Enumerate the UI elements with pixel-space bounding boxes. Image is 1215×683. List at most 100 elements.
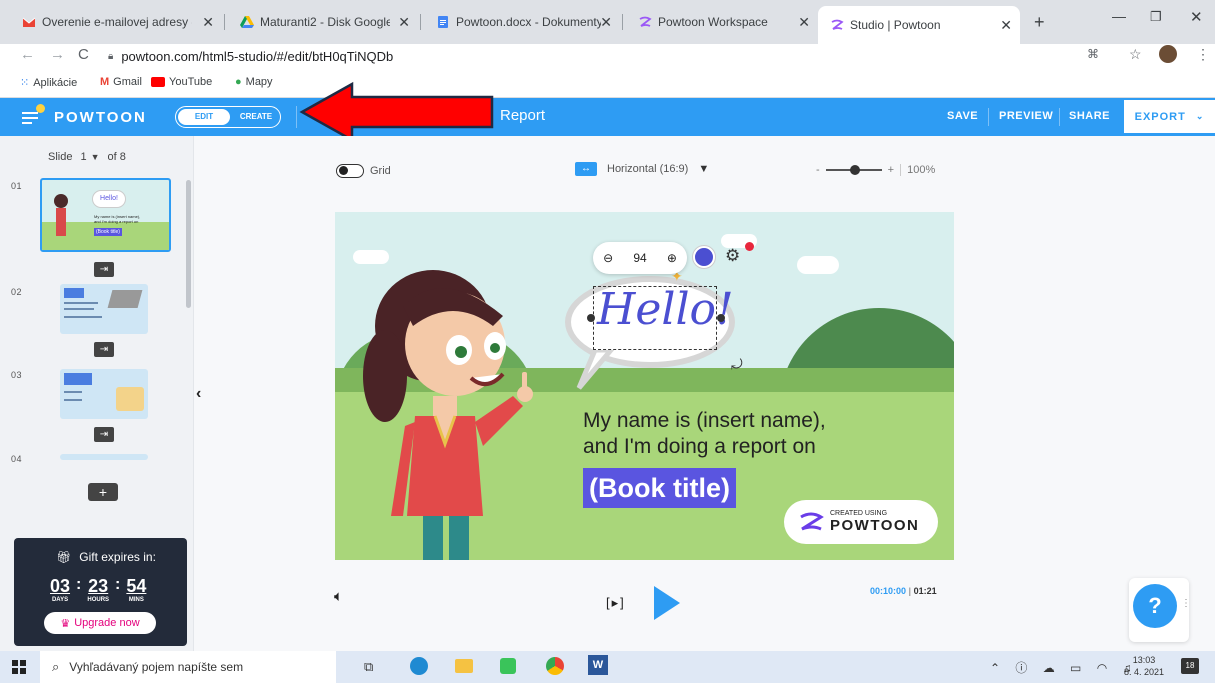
bookmark-label: Aplikácie [33,76,78,89]
slide-total: of 8 [107,151,126,163]
grid-toggle[interactable]: Grid [336,164,391,178]
gmail-icon: M [100,76,110,88]
green-app-icon[interactable] [500,658,516,674]
caret-down-icon: ▼ [698,163,710,175]
thumb-caption: My name is (insert name), and I'm doing a… [94,214,141,224]
browser-tab-studio-powtoon[interactable]: Studio | Powtoon ✕ [818,6,1020,44]
rotate-handle-icon[interactable]: ⤾ [731,356,743,373]
decrease-size-icon[interactable]: ⊖ [603,251,613,265]
volume-icon[interactable]: 🔈︎ [334,588,343,605]
hamburger-menu-icon[interactable] [22,104,45,124]
avatar[interactable] [1159,45,1177,63]
girl-character [363,270,533,560]
youtube-icon [151,77,165,87]
zoom-slider[interactable] [825,165,882,175]
bookmark-apps[interactable]: ⁙ Aplikácie [20,76,78,90]
browser-tab-drive[interactable]: Maturanti2 - Disk Google ✕ [228,8,418,36]
share-button[interactable]: SHARE [1069,110,1110,122]
more-icon[interactable]: ⋮ [1181,598,1191,609]
color-picker-button[interactable] [693,246,715,268]
address-bar[interactable]: 🔒︎ powtoon.com/html5-studio/#/edit/btH0q… [108,44,393,68]
reload-icon[interactable]: C [78,46,89,63]
mins-label: MINS [128,597,144,603]
transition-button[interactable]: ⇥ [94,342,114,357]
powtoon-icon [800,512,824,531]
upgrade-now-button[interactable]: ♛ Upgrade now [44,612,156,634]
cloud [353,250,389,264]
resize-handle[interactable] [587,314,595,322]
browser-tab-gmail[interactable]: Overenie e-mailovej adresy - ja ✕ [10,8,222,36]
collapse-panel-icon[interactable]: ‹ [196,385,201,403]
preview-button[interactable]: PREVIEW [999,110,1053,122]
menu-icon[interactable]: ⋮ [1196,46,1210,63]
browser-tab-powtoon-workspace[interactable]: Powtoon Workspace ✕ [626,8,818,36]
forward-icon[interactable]: → [50,46,65,63]
save-button[interactable]: SAVE [947,110,978,122]
windows-start-icon[interactable] [12,660,26,674]
intro-text[interactable]: My name is (insert name), and I'm doing … [583,408,826,460]
minimize-icon[interactable]: — [1112,8,1126,24]
taskbar-search[interactable]: ⌕ Vyhľadávaný pojem napíšte sem [40,651,336,683]
zoom-out-button[interactable]: - [816,164,820,176]
clock[interactable]: 13:03 8. 4. 2021 [1124,654,1164,678]
slide-thumbnail-4[interactable] [60,454,148,460]
back-icon[interactable]: ← [20,46,35,63]
drive-icon [240,15,254,29]
zoom-in-button[interactable]: + [888,164,894,176]
bookmark-maps[interactable]: ● Mapy [235,76,273,88]
restore-icon[interactable]: ❐ [1150,9,1162,25]
create-mode-button[interactable]: CREATE [234,109,278,125]
slide-dropdown[interactable]: 1 ▼ [80,151,99,163]
gift-countdown-widget: 🎁︎ Gift expires in: 03 DAYS : 23 HOURS :… [14,538,187,646]
close-icon[interactable]: ✕ [798,14,810,31]
windows-taskbar: ⌕ Vyhľadávaný pojem napíšte sem ⧉ W ⌃ ⓘ … [0,651,1215,683]
export-button[interactable]: EXPORT ⌄ [1124,100,1215,133]
window-close-icon[interactable]: ✕ [1190,8,1203,26]
word-icon[interactable]: W [588,655,608,675]
chrome-icon[interactable] [546,657,564,675]
resize-handle[interactable] [717,314,725,322]
file-explorer-icon[interactable] [455,659,473,673]
slide-thumbnail-2[interactable] [60,284,148,334]
toggle-switch[interactable] [336,164,364,178]
badge-small-text: CREATED USING [830,510,888,517]
slide-canvas[interactable]: Hello! ⤾ ✦ ⊖ 94 ⊕ ⚙ My name is (insert n… [335,212,954,560]
close-icon[interactable]: ✕ [398,14,410,31]
new-tab-icon[interactable]: + [1034,12,1045,33]
help-button[interactable]: ? [1133,584,1177,628]
transition-button[interactable]: ⇥ [94,262,114,277]
edit-create-toggle[interactable]: EDIT CREATE [175,106,281,128]
bookmark-gmail[interactable]: M Gmail [100,76,142,88]
font-size-value[interactable]: 94 [633,251,646,265]
star-icon[interactable]: ☆ [1129,46,1142,63]
task-view-icon[interactable]: ⧉ [364,659,373,675]
add-slide-button[interactable]: + [88,483,118,501]
system-tray-icons[interactable]: ⌃ ⓘ ☁ ▭ ◠ ♫ [990,659,1138,676]
hello-text[interactable]: Hello! [597,284,734,335]
close-icon[interactable]: ✕ [202,14,214,31]
translate-icon[interactable]: ⌘ [1087,47,1099,61]
increase-size-icon[interactable]: ⊕ [667,251,677,265]
play-icon[interactable] [654,586,680,620]
gear-icon[interactable]: ⚙ [725,246,740,266]
book-title-text[interactable]: (Book title) [583,468,736,508]
slide-thumbnail-1[interactable]: Hello! My name is (insert name), and I'm … [40,178,171,252]
slide-number: 02 [11,287,23,297]
notification-center-icon[interactable]: 18 [1181,658,1199,674]
play-from-here-icon[interactable]: [▸] [606,595,626,611]
timecode: 00:10:00 | 01:21 [870,586,937,596]
bookmark-youtube[interactable]: YouTube [151,76,212,88]
badge-big-text: POWTOON [830,517,920,534]
transition-button[interactable]: ⇥ [94,427,114,442]
tab-title: Overenie e-mailovej adresy - ja [42,15,192,29]
orientation-selector[interactable]: ↔ Horizontal (16:9) ▼ [575,162,709,176]
edit-mode-button[interactable]: EDIT [178,109,230,125]
scrollbar[interactable] [186,180,191,308]
close-icon[interactable]: ✕ [600,14,612,31]
close-icon[interactable]: ✕ [1000,17,1012,34]
days-value: 03 [50,576,71,596]
document-title[interactable]: Report [500,107,545,124]
edge-icon[interactable] [410,657,428,675]
browser-tab-docs[interactable]: Powtoon.docx - Dokumenty Go ✕ [424,8,620,36]
slide-thumbnail-3[interactable] [60,369,148,419]
